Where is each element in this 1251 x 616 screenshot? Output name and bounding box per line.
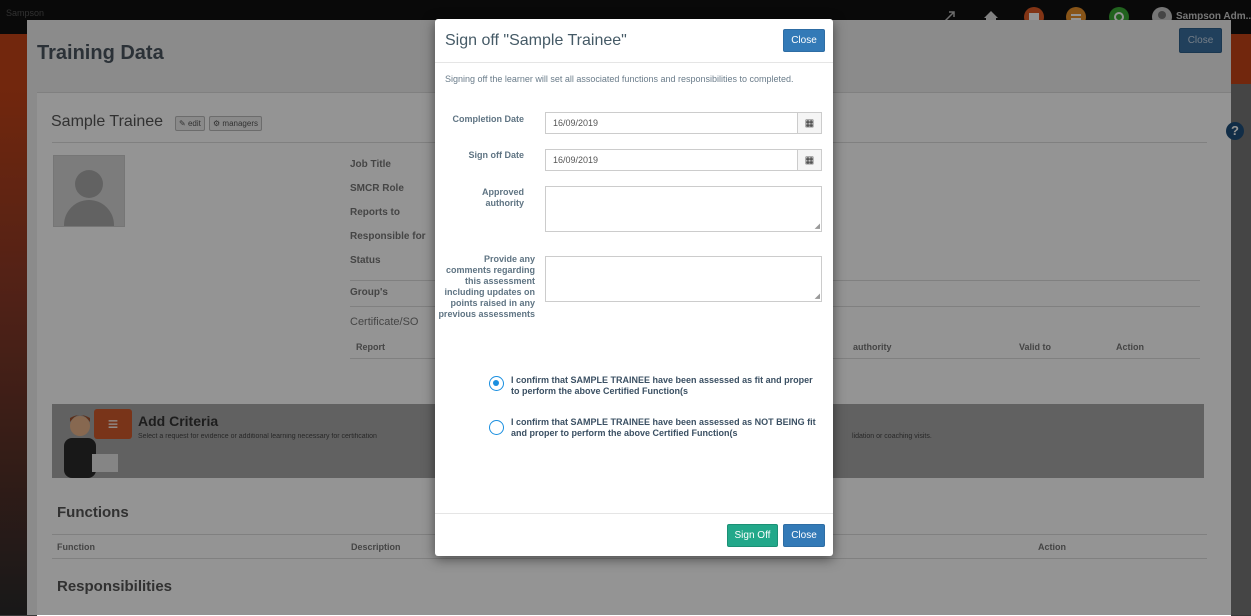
- comments-textarea[interactable]: ◢: [545, 256, 822, 302]
- approved-authority-label: Approved authority: [481, 187, 524, 208]
- signoff-modal: Sign off "Sample Trainee" Close Signing …: [435, 19, 833, 556]
- modal-close-bottom-button[interactable]: Close: [783, 524, 825, 547]
- not-fit-radio[interactable]: [489, 420, 504, 435]
- completion-date-input[interactable]: 16/09/2019: [545, 112, 806, 134]
- signoff-date-label: Sign off Date: [468, 150, 525, 160]
- signoff-button[interactable]: Sign Off: [727, 524, 778, 547]
- calendar-icon[interactable]: ▦: [797, 112, 822, 134]
- modal-title: Sign off "Sample Trainee": [445, 32, 627, 49]
- modal-close-button[interactable]: Close: [783, 29, 825, 52]
- approved-authority-textarea[interactable]: ◢: [545, 186, 822, 232]
- comments-label: Provide any comments regarding this asse…: [438, 254, 535, 319]
- resize-grip-icon[interactable]: ◢: [815, 293, 820, 300]
- calendar-icon[interactable]: ▦: [797, 149, 822, 171]
- completion-date-label: Completion Date: [452, 114, 524, 124]
- not-fit-option-label[interactable]: I confirm that SAMPLE TRAINEE have been …: [511, 417, 821, 439]
- fit-option-label[interactable]: I confirm that SAMPLE TRAINEE have been …: [511, 375, 821, 397]
- modal-header-divider: [435, 62, 833, 63]
- modal-footer-divider: [435, 513, 833, 514]
- resize-grip-icon[interactable]: ◢: [815, 223, 820, 230]
- signoff-date-input[interactable]: 16/09/2019: [545, 149, 806, 171]
- fit-radio[interactable]: [489, 376, 504, 391]
- modal-intro: Signing off the learner will set all ass…: [445, 74, 794, 84]
